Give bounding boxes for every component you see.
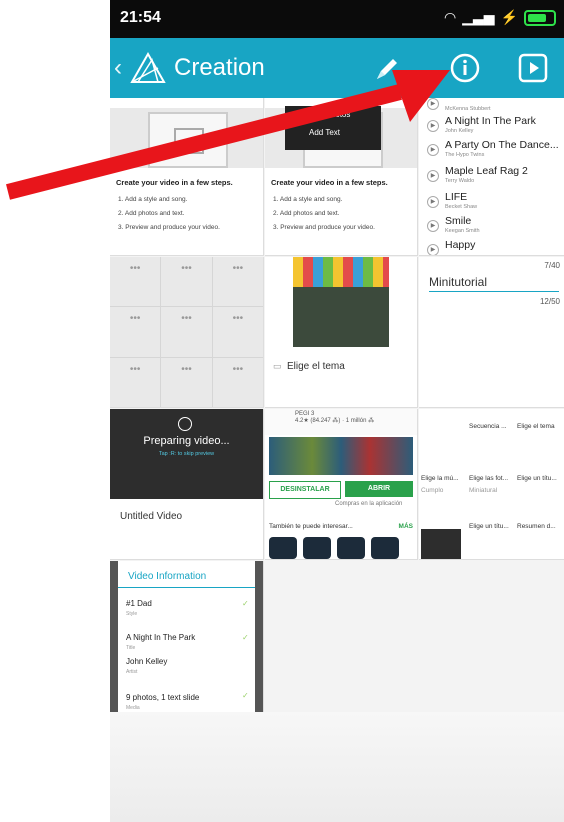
red-arrow-annotation [6,70,450,200]
